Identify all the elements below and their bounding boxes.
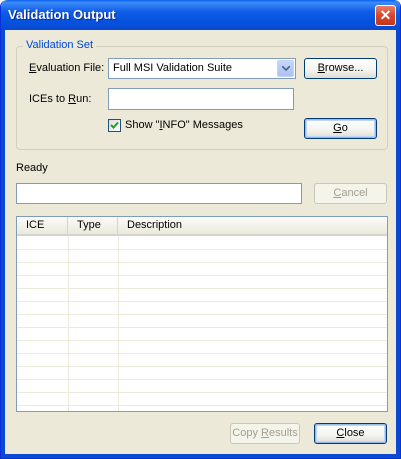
window-border-bottom (1, 454, 400, 458)
browse-button[interactable]: Browse... (304, 58, 377, 79)
window-title: Validation Output (8, 7, 116, 22)
grid-line (17, 288, 387, 289)
ices-to-run-label: ICEs to Run: (29, 93, 92, 105)
grid-line (17, 379, 387, 380)
show-info-messages-label[interactable]: Show "INFO" Messages (125, 119, 243, 131)
grid-line (17, 340, 387, 341)
grid-line (17, 314, 387, 315)
column-header-description[interactable]: Description (118, 217, 387, 234)
grid-line (17, 405, 387, 406)
status-text: Ready (16, 162, 48, 174)
show-info-messages-checkbox[interactable] (108, 119, 121, 132)
dropdown-arrow-button[interactable] (277, 60, 294, 77)
grid-line (17, 249, 387, 250)
grid-line (17, 275, 387, 276)
copy-results-button[interactable]: Copy Results (230, 423, 300, 444)
close-icon: ✕ (379, 7, 392, 23)
grid-line (17, 262, 387, 263)
results-grid (17, 236, 387, 411)
validation-set-group-title: Validation Set (23, 39, 97, 51)
evaluation-file-dropdown[interactable]: Full MSI Validation Suite (108, 58, 296, 79)
title-bar[interactable]: Validation Output ✕ (1, 0, 400, 30)
go-button[interactable]: Go (304, 118, 377, 139)
column-header-type[interactable]: Type (68, 217, 118, 234)
ices-to-run-input[interactable] (108, 88, 294, 110)
grid-line (17, 301, 387, 302)
cancel-button[interactable]: Cancel (314, 183, 387, 204)
column-header-ice[interactable]: ICE (17, 217, 68, 234)
window-border-right (396, 30, 400, 458)
grid-line (17, 353, 387, 354)
close-window-button[interactable]: ✕ (375, 5, 396, 26)
grid-line (17, 392, 387, 393)
grid-line (17, 327, 387, 328)
validation-output-window: Validation Output ✕ Validation Set Evalu… (0, 0, 401, 459)
results-list-header: ICE Type Description (17, 217, 387, 236)
checkmark-icon (110, 121, 119, 129)
close-button[interactable]: Close (314, 423, 387, 444)
results-list[interactable]: ICE Type Description (16, 216, 388, 412)
grid-line (17, 366, 387, 367)
chevron-down-icon (282, 66, 290, 71)
progress-bar (16, 183, 302, 204)
evaluation-file-label: Evaluation File: (29, 62, 105, 74)
evaluation-file-value: Full MSI Validation Suite (113, 62, 233, 74)
window-border-left (1, 30, 5, 458)
